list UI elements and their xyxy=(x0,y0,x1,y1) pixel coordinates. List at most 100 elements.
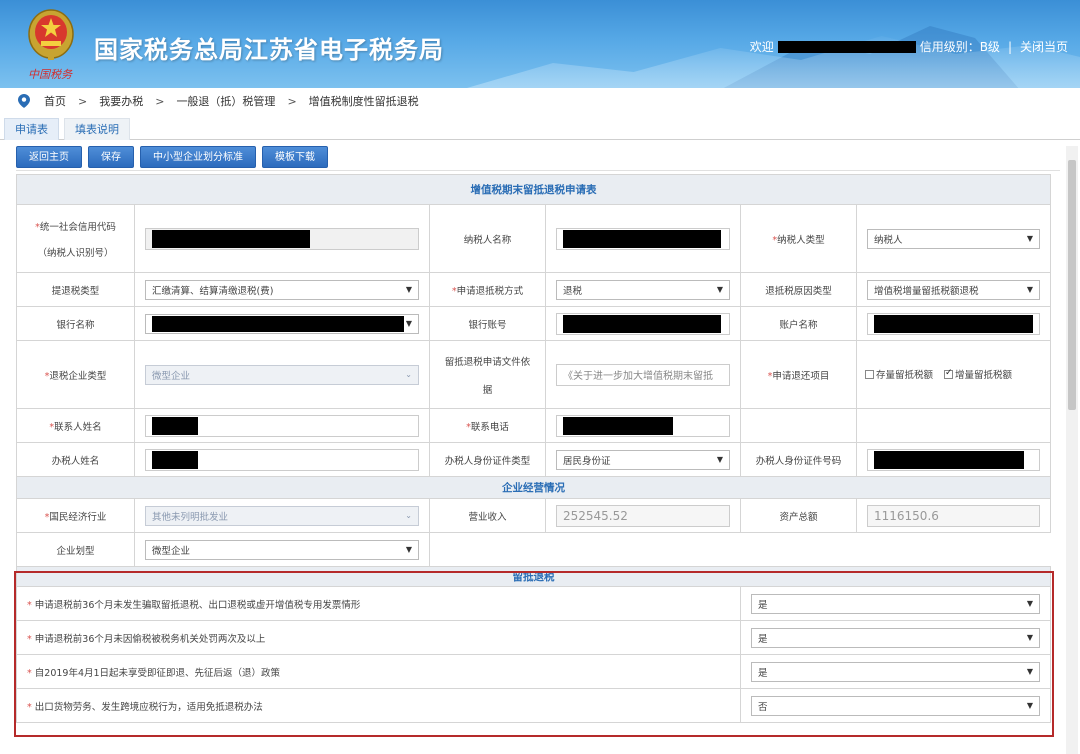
refund-method-label: *申请退抵税方式 xyxy=(429,272,546,307)
chevron-down-icon: ▼ xyxy=(405,319,412,328)
credit-level: 信用级别：B级 xyxy=(919,40,1000,54)
handler-id-type-label: 办税人身份证件类型 xyxy=(429,442,546,477)
account-name-label: 账户名称 xyxy=(740,306,857,341)
close-page-link[interactable]: 关闭当页 xyxy=(1020,38,1068,55)
enterprise-size-select[interactable]: 微型企业 ▼ xyxy=(145,539,419,560)
contact-phone-field[interactable] xyxy=(556,414,730,437)
bank-account-field[interactable] xyxy=(556,312,730,335)
handler-name-label: 办税人姓名 xyxy=(16,442,135,477)
question-2: * 申请退税前36个月未因偷税被税务机关处罚两次及以上 xyxy=(16,620,741,655)
bank-name-label: 银行名称 xyxy=(16,306,135,341)
separator: | xyxy=(1007,39,1012,54)
chevron-down-icon: ▼ xyxy=(716,285,723,294)
breadcrumb-arrow: > xyxy=(78,94,88,108)
taxpayer-type-select[interactable]: 纳税人 ▼ xyxy=(867,228,1041,249)
account-name-field[interactable] xyxy=(867,312,1041,335)
user-area: 欢迎 信用级别：B级 | 关闭当页 xyxy=(750,38,1068,55)
contact-phone-label: *联系电话 xyxy=(429,408,546,443)
checkbox-icon xyxy=(865,369,874,379)
industry-select: 其他未列明批发业 ⌄ xyxy=(145,505,419,526)
checkbox-checked-icon xyxy=(944,368,954,379)
tab-instructions[interactable]: 填表说明 xyxy=(64,118,130,140)
assets-label: 资产总额 xyxy=(740,498,857,533)
taxpayer-name-field[interactable] xyxy=(556,227,730,250)
scrollbar-thumb[interactable] xyxy=(1068,160,1076,410)
policy-basis-field[interactable]: 《关于进一步加大增值税期末留抵 xyxy=(556,363,730,386)
bank-account-label: 银行账号 xyxy=(429,306,546,341)
chevron-down-icon: ▼ xyxy=(1026,599,1034,608)
page-scrollbar[interactable] xyxy=(1066,146,1078,754)
bank-name-select[interactable]: ▼ xyxy=(145,313,419,334)
breadcrumb-arrow: > xyxy=(287,94,297,108)
location-pin-icon xyxy=(18,94,30,108)
handler-id-number-field[interactable] xyxy=(867,448,1041,471)
form-title: 增值税期末留抵退税申请表 xyxy=(15,174,1052,205)
credit-code-label: *统一社会信用代码 （纳税人识别号） xyxy=(16,204,135,273)
refund-item-label: *申请退还项目 xyxy=(740,340,857,409)
enterprise-type-label: *退税企业类型 xyxy=(16,340,135,409)
contact-name-label: *联系人姓名 xyxy=(16,408,135,443)
contact-name-field[interactable] xyxy=(145,414,419,437)
breadcrumb-current: 增值税制度性留抵退税 xyxy=(308,95,419,108)
back-home-button[interactable]: 返回主页 xyxy=(16,146,82,168)
taxpayer-type-label: *纳税人类型 xyxy=(740,204,857,273)
refund-method-select[interactable]: 退税 ▼ xyxy=(556,279,730,300)
tab-bar: 申请表 填表说明 xyxy=(0,116,1080,140)
question-1-select[interactable]: 是 ▼ xyxy=(751,593,1041,614)
breadcrumb: 首页 > 我要办税 > 一般退（抵）税管理 > 增值税制度性留抵退税 xyxy=(0,88,1080,114)
toolbar: 返回主页 保存 中小型企业划分标准 模板下载 xyxy=(16,146,328,168)
assets-field: 1116150.6 xyxy=(867,504,1041,527)
chevron-down-icon: ▼ xyxy=(1026,234,1034,243)
chevron-down-icon: ▼ xyxy=(1026,701,1034,710)
retention-section-title: 留抵退税 xyxy=(15,566,1052,587)
handler-id-type-select[interactable]: 居民身份证 ▼ xyxy=(556,449,730,470)
tab-application[interactable]: 申请表 xyxy=(4,118,59,140)
chevron-down-icon: ▼ xyxy=(405,285,412,294)
sme-standard-button[interactable]: 中小型企业划分标准 xyxy=(140,146,256,168)
question-1: * 申请退税前36个月未发生骗取留抵退税、出口退税或虚开增值税专用发票情形 xyxy=(16,586,741,621)
breadcrumb-home[interactable]: 首页 xyxy=(44,93,66,109)
welcome-text: 欢迎 xyxy=(749,40,774,54)
credit-code-field[interactable] xyxy=(145,227,419,250)
refund-reason-select[interactable]: 增值税增量留抵税额退税 ▼ xyxy=(867,279,1041,300)
stock-credit-checkbox[interactable]: 存量留抵税额 xyxy=(865,367,933,381)
refund-application-form: 增值税期末留抵退税申请表 *统一社会信用代码 （纳税人识别号） 纳税人名称 *纳… xyxy=(15,174,1052,723)
operation-section-title: 企业经营情况 xyxy=(15,476,1052,499)
refund-type-select[interactable]: 汇缴清算、结算清缴退税(费) ▼ xyxy=(145,279,419,300)
site-header: 中国税务 国家税务总局江苏省电子税务局 欢迎 信用级别：B级 | 关闭当页 xyxy=(0,0,1080,88)
increment-credit-checkbox[interactable]: 增量留抵税额 xyxy=(944,367,1012,381)
breadcrumb-arrow: > xyxy=(155,94,165,108)
divider xyxy=(16,170,1060,171)
question-3-select[interactable]: 是 ▼ xyxy=(751,661,1041,682)
tax-emblem-icon xyxy=(28,9,74,60)
enterprise-type-select: 微型企业 ⌄ xyxy=(145,364,419,385)
chevron-down-icon: ▼ xyxy=(716,455,723,464)
question-4: * 出口货物劳务、发生跨境应税行为，适用免抵退税办法 xyxy=(16,688,741,723)
chevron-down-icon: ▼ xyxy=(1026,633,1034,642)
refund-reason-label: 退抵税原因类型 xyxy=(740,272,857,307)
emblem-subtitle: 中国税务 xyxy=(28,68,72,81)
chevron-down-icon: ▼ xyxy=(405,545,412,554)
refund-type-label: 提退税类型 xyxy=(16,272,135,307)
industry-label: *国民经济行业 xyxy=(16,498,135,533)
redacted-username xyxy=(777,40,916,53)
question-3: * 自2019年4月1日起未享受即征即退、先征后返（退）政策 xyxy=(16,654,741,689)
question-2-select[interactable]: 是 ▼ xyxy=(751,627,1041,648)
chevron-down-icon: ▼ xyxy=(1026,285,1034,294)
handler-name-field[interactable] xyxy=(145,448,419,471)
breadcrumb-tax-service[interactable]: 我要办税 xyxy=(99,93,143,109)
site-title: 国家税务总局江苏省电子税务局 xyxy=(94,36,444,64)
handler-id-number-label: 办税人身份证件号码 xyxy=(740,442,857,477)
breadcrumb-refund-management[interactable]: 一般退（抵）税管理 xyxy=(176,93,275,109)
revenue-field: 252545.52 xyxy=(556,504,730,527)
question-4-select[interactable]: 否 ▼ xyxy=(751,695,1041,716)
revenue-label: 营业收入 xyxy=(429,498,546,533)
chevron-down-icon: ⌄ xyxy=(405,511,412,520)
taxpayer-name-label: 纳税人名称 xyxy=(429,204,546,273)
chevron-down-icon: ▼ xyxy=(1026,667,1034,676)
chevron-down-icon: ⌄ xyxy=(405,370,412,379)
template-download-button[interactable]: 模板下载 xyxy=(262,146,328,168)
policy-basis-label: 留抵退税申请文件依 据 xyxy=(429,340,546,409)
save-button[interactable]: 保存 xyxy=(88,146,134,168)
enterprise-size-label: 企业划型 xyxy=(16,532,135,567)
